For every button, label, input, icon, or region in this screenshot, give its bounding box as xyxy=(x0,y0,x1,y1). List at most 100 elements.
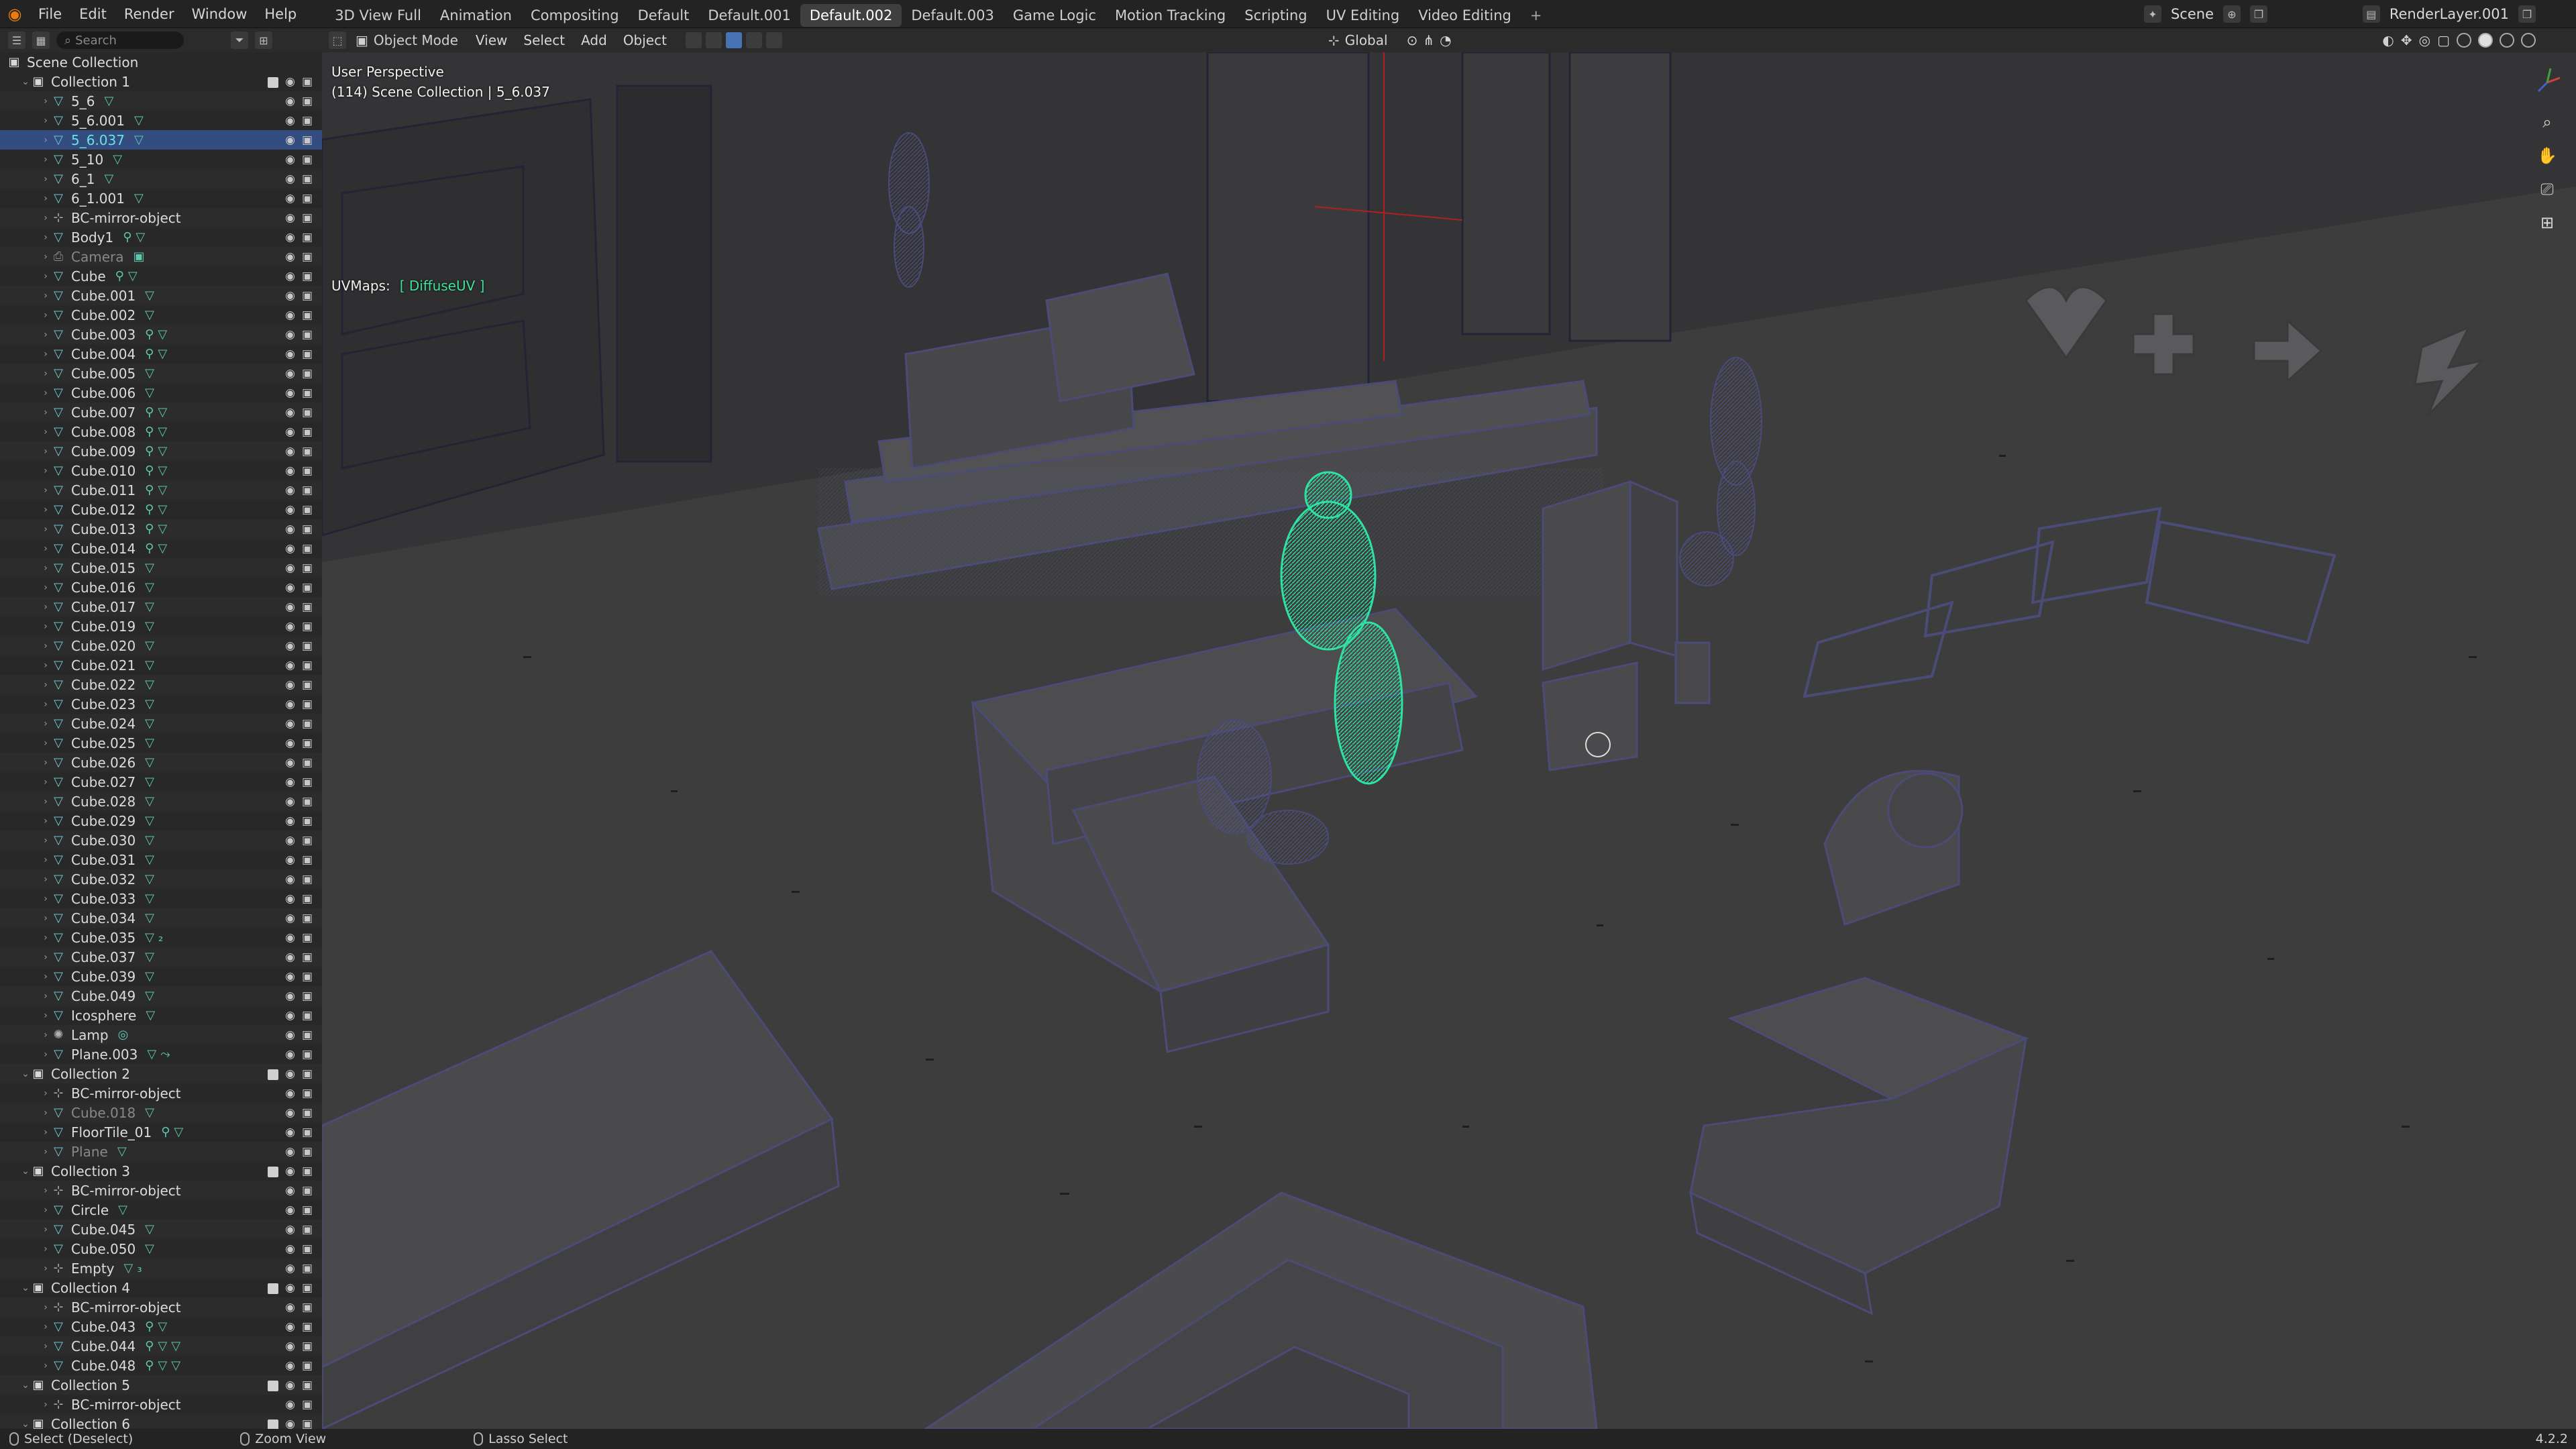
render-camera-icon[interactable]: ▣ xyxy=(302,1009,313,1022)
expand-chevron-icon[interactable]: › xyxy=(40,680,51,690)
outliner-root-row[interactable]: ▣ Scene Collection xyxy=(0,52,322,72)
render-camera-icon[interactable]: ▣ xyxy=(302,75,313,89)
render-camera-icon[interactable]: ▣ xyxy=(302,1340,313,1353)
render-camera-icon[interactable]: ▣ xyxy=(302,1417,313,1430)
expand-chevron-icon[interactable]: › xyxy=(40,368,51,379)
eye-icon[interactable]: ◉ xyxy=(285,989,295,1003)
outliner-object-row[interactable]: › ▽ Cube.037 ▽ ◉ ▣ xyxy=(0,947,322,967)
expand-chevron-icon[interactable]: › xyxy=(40,446,51,457)
expand-chevron-icon[interactable]: › xyxy=(40,96,51,107)
outliner-object-row[interactable]: › ▽ 5_6.001 ▽ ◉ ▣ xyxy=(0,111,322,130)
select-extend-icon[interactable] xyxy=(705,32,722,48)
expand-chevron-icon[interactable]: › xyxy=(40,290,51,301)
outliner-object-row[interactable]: › ▽ Cube.010 ⚲▽ ◉ ▣ xyxy=(0,461,322,480)
zoom-icon[interactable]: ⌕ xyxy=(2537,113,2557,133)
outliner-object-row[interactable]: › ▽ Cube.003 ⚲▽ ◉ ▣ xyxy=(0,325,322,344)
outliner-object-row[interactable]: › ▽ 6_1 ▽ ◉ ▣ xyxy=(0,169,322,189)
eye-icon[interactable]: ◉ xyxy=(285,775,295,789)
outliner-object-row[interactable]: › ▽ 5_6.037 ▽ ◉ ▣ xyxy=(0,130,322,150)
data-modifier-icons[interactable]: ▽ xyxy=(145,639,158,653)
expand-chevron-icon[interactable]: › xyxy=(40,777,51,788)
outliner-object-row[interactable]: › ▽ Cube.034 ▽ ◉ ▣ xyxy=(0,908,322,928)
outliner-object-row[interactable]: › ⊹ Empty ▽₃ ◉ ▣ xyxy=(0,1258,322,1278)
expand-chevron-icon[interactable]: › xyxy=(40,971,51,982)
workspace-tab[interactable]: Game Logic xyxy=(1004,4,1106,27)
data-modifier-icons[interactable]: ⚲▽ xyxy=(145,464,171,478)
outliner-object-row[interactable]: › ▽ Cube.012 ⚲▽ ◉ ▣ xyxy=(0,500,322,519)
expand-chevron-icon[interactable]: › xyxy=(40,271,51,282)
render-camera-icon[interactable]: ▣ xyxy=(302,445,313,458)
expand-chevron-icon[interactable]: › xyxy=(40,407,51,418)
data-modifier-icons[interactable]: ▽ xyxy=(145,989,158,1003)
outliner-object-row[interactable]: › ▽ Cube.039 ▽ ◉ ▣ xyxy=(0,967,322,986)
exclude-checkbox[interactable] xyxy=(268,1166,279,1177)
eye-icon[interactable]: ◉ xyxy=(285,1184,295,1197)
data-modifier-icons[interactable]: ▽ xyxy=(145,736,158,750)
eye-icon[interactable]: ◉ xyxy=(285,1145,295,1159)
outliner-object-row[interactable]: › ▽ Cube.008 ⚲▽ ◉ ▣ xyxy=(0,422,322,441)
outliner-object-row[interactable]: › ▽ Cube.009 ⚲▽ ◉ ▣ xyxy=(0,441,322,461)
outliner-object-row[interactable]: › ▽ Cube.006 ▽ ◉ ▣ xyxy=(0,383,322,402)
expand-chevron-icon[interactable]: › xyxy=(40,1127,51,1138)
eye-icon[interactable]: ◉ xyxy=(285,1417,295,1430)
data-modifier-icons[interactable]: ▽ xyxy=(146,1008,159,1022)
eye-icon[interactable]: ◉ xyxy=(285,1106,295,1120)
expand-chevron-icon[interactable]: › xyxy=(40,252,51,262)
render-camera-icon[interactable]: ▣ xyxy=(302,211,313,225)
render-camera-icon[interactable]: ▣ xyxy=(302,1126,313,1139)
outliner-object-row[interactable]: › ▽ Cube.024 ▽ ◉ ▣ xyxy=(0,714,322,733)
eye-icon[interactable]: ◉ xyxy=(285,523,295,536)
render-camera-icon[interactable]: ▣ xyxy=(302,1106,313,1120)
outliner-search-input[interactable]: ⌕ Search xyxy=(56,32,184,49)
outliner-object-row[interactable]: › ▽ Cube.033 ▽ ◉ ▣ xyxy=(0,889,322,908)
menu-render[interactable]: Render xyxy=(115,0,183,28)
render-camera-icon[interactable]: ▣ xyxy=(302,95,313,108)
visibility-icon[interactable]: ◐ xyxy=(2382,32,2394,48)
viewport-menu-object[interactable]: Object xyxy=(615,28,675,52)
expand-chevron-icon[interactable]: › xyxy=(40,894,51,904)
eye-icon[interactable]: ◉ xyxy=(285,133,295,147)
eye-icon[interactable]: ◉ xyxy=(285,834,295,847)
render-camera-icon[interactable]: ▣ xyxy=(302,328,313,341)
rendered-shading-icon[interactable] xyxy=(2521,33,2536,48)
outliner-object-row[interactable]: › ▽ 5_6 ▽ ◉ ▣ xyxy=(0,91,322,111)
eye-icon[interactable]: ◉ xyxy=(285,1320,295,1334)
pan-hand-icon[interactable]: ✋ xyxy=(2537,146,2557,166)
data-modifier-icons[interactable]: ▽ xyxy=(117,1144,131,1159)
data-modifier-icons[interactable]: ▽ xyxy=(145,950,158,964)
outliner-object-row[interactable]: › ▽ Cube.021 ▽ ◉ ▣ xyxy=(0,655,322,675)
render-camera-icon[interactable]: ▣ xyxy=(302,620,313,633)
expand-chevron-icon[interactable]: › xyxy=(40,1341,51,1352)
data-modifier-icons[interactable]: ▽ xyxy=(145,697,158,711)
menu-window[interactable]: Window xyxy=(183,0,256,28)
eye-icon[interactable]: ◉ xyxy=(285,659,295,672)
workspace-tab[interactable]: Compositing xyxy=(521,4,629,27)
proportional-icon[interactable]: ◔ xyxy=(1440,32,1451,48)
eye-icon[interactable]: ◉ xyxy=(285,795,295,808)
copy-layer-icon[interactable]: ❐ xyxy=(2518,5,2536,23)
scene-selector[interactable]: ✦ Scene ⊕ ❐ xyxy=(2143,0,2267,28)
eye-icon[interactable]: ◉ xyxy=(285,270,295,283)
render-camera-icon[interactable]: ▣ xyxy=(302,1165,313,1178)
data-modifier-icons[interactable]: ▽ xyxy=(145,872,158,886)
eye-icon[interactable]: ◉ xyxy=(285,620,295,633)
eye-icon[interactable]: ◉ xyxy=(285,367,295,380)
eye-icon[interactable]: ◉ xyxy=(285,153,295,166)
expand-chevron-icon[interactable]: › xyxy=(40,932,51,943)
eye-icon[interactable]: ◉ xyxy=(285,737,295,750)
eye-icon[interactable]: ◉ xyxy=(285,1242,295,1256)
expand-chevron-icon[interactable]: › xyxy=(40,1108,51,1118)
data-modifier-icons[interactable]: ⚲▽ xyxy=(145,483,171,497)
eye-icon[interactable]: ◉ xyxy=(285,873,295,886)
render-camera-icon[interactable]: ▣ xyxy=(302,737,313,750)
eye-icon[interactable]: ◉ xyxy=(285,1087,295,1100)
expand-chevron-icon[interactable]: › xyxy=(40,1399,51,1410)
add-workspace-button[interactable]: + xyxy=(1521,4,1552,27)
workspace-tab[interactable]: Default.003 xyxy=(902,4,1004,27)
expand-chevron-icon[interactable]: › xyxy=(40,913,51,924)
workspace-tab[interactable]: Motion Tracking xyxy=(1106,4,1235,27)
data-modifier-icons[interactable]: ▽ xyxy=(145,775,158,789)
expand-chevron-icon[interactable]: › xyxy=(40,232,51,243)
render-camera-icon[interactable]: ▣ xyxy=(302,775,313,789)
workspace-tab[interactable]: 3D View Full xyxy=(325,4,431,27)
